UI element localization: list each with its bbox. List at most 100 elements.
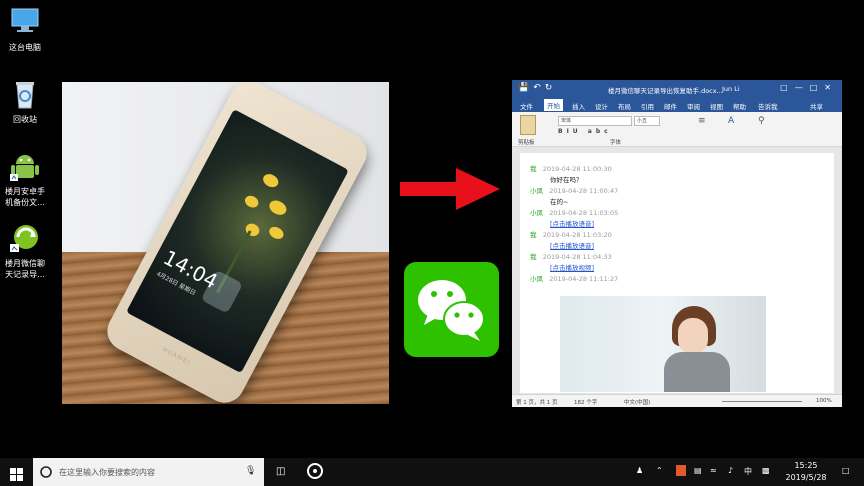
phone-photo: 14:04 4月28日 星期日 HUAWEI	[62, 82, 389, 404]
sender-name: 我	[530, 253, 537, 261]
sender-name: 小凤	[530, 187, 543, 195]
chat-header: 我 2019-04-28 11:03:20	[530, 229, 612, 239]
user-name[interactable]: Jun Li	[722, 85, 740, 93]
language[interactable]: 中文(中国)	[624, 398, 650, 406]
voice-link[interactable]: [点击播放语音]	[550, 218, 594, 228]
document-page[interactable]: 我 2019-04-28 11:00:30 你好在吗？ 小凤 2019-04-2…	[520, 153, 834, 393]
timestamp: 2019-04-28 11:00:47	[549, 187, 619, 195]
font-name-box[interactable]: 宋体	[558, 116, 632, 126]
desktop-icon-label: 楼月安卓手机备份文...	[5, 187, 45, 207]
chat-message: 在的~	[550, 198, 569, 206]
document-title: 楼月微信聊天记录导出恢复助手.docx...	[608, 87, 723, 95]
tab-home[interactable]: 开始	[544, 99, 563, 111]
voice-link[interactable]: [点击播放语音]	[550, 240, 594, 250]
search-placeholder: 在这里输入你要搜索的内容	[59, 468, 155, 477]
task-view-icon[interactable]: ◫	[276, 466, 285, 477]
page-count: 第 1 页，共 1 页	[516, 400, 558, 406]
tab-design[interactable]: 设计	[595, 101, 608, 111]
android-app-icon	[8, 150, 42, 184]
paragraph-icon[interactable]: ≡	[698, 116, 706, 126]
document-area[interactable]: 我 2019-04-28 11:00:30 你好在吗？ 小凤 2019-04-2…	[512, 147, 842, 395]
wechat-logo	[404, 262, 499, 357]
zoom-level[interactable]: 100%	[816, 398, 832, 404]
desktop-icon-label: 楼月微信聊天记录导...	[5, 259, 45, 279]
find-icon[interactable]: ⚲	[758, 116, 765, 126]
styles-icon[interactable]: A	[728, 116, 734, 126]
ribbon-group-font: 字体	[610, 140, 622, 146]
clock-time: 15:25	[794, 461, 818, 470]
wifi-icon[interactable]: ≈	[710, 466, 717, 475]
tab-insert[interactable]: 插入	[572, 101, 585, 111]
this-pc-icon	[8, 6, 42, 40]
desktop-icon-this-pc[interactable]: 这台电脑	[2, 6, 48, 53]
tab-mailings[interactable]: 邮件	[664, 101, 677, 111]
desktop-icon-android-backup[interactable]: 楼月安卓手机备份文...	[2, 150, 48, 208]
tab-file[interactable]: 文件	[520, 101, 533, 111]
status-bar: 第 1 页，共 1 页 182 个字 中文(中国) 100%	[512, 394, 842, 407]
timestamp: 2019-04-28 11:00:30	[542, 165, 612, 173]
sender-name: 我	[530, 165, 537, 173]
desktop-icon-label: 回收站	[13, 115, 37, 124]
chat-header: 小凤 2019-04-28 11:11:27	[530, 273, 618, 283]
ribbon-group-clipboard: 剪贴板	[518, 140, 535, 146]
desktop-icon-recycle-bin[interactable]: 回收站	[2, 78, 48, 125]
chat-image[interactable]	[560, 296, 766, 392]
zoom-slider[interactable]	[722, 401, 802, 402]
timestamp: 2019-04-28 11:03:20	[542, 231, 612, 239]
word-title-bar: 💾↶↻ 楼月微信聊天记录导出恢复助手.docx... Jun Li ▢—□✕	[512, 80, 842, 98]
search-box[interactable]: 在这里输入你要搜索的内容 🎙	[33, 458, 264, 486]
clock-date: 2019/5/28	[785, 473, 827, 482]
ribbon: 宋体 小五 BIU abc ≡ A ⚲ 剪贴板 字体	[512, 112, 842, 147]
tab-review[interactable]: 审阅	[687, 101, 700, 111]
sender-name: 我	[530, 231, 537, 239]
phone-brand: HUAWEI	[161, 346, 192, 367]
people-icon[interactable]: ♟	[636, 466, 643, 475]
ime-indicator[interactable]: 中	[744, 466, 752, 477]
sender-name: 小凤	[530, 275, 543, 283]
tab-view[interactable]: 视图	[710, 101, 723, 111]
recycle-bin-icon	[8, 78, 42, 112]
quick-access-toolbar[interactable]: 💾↶↻	[518, 83, 556, 93]
chat-header: 小凤 2019-04-28 11:03:05	[530, 207, 618, 217]
share-button[interactable]: 共享	[810, 101, 823, 111]
tell-me[interactable]: 告诉我	[758, 101, 778, 111]
desktop: 这台电脑 回收站 楼月安卓手机备份文... 楼月微信聊天记录导... 14:04…	[0, 0, 864, 458]
tab-references[interactable]: 引用	[641, 101, 654, 111]
network-adapter-icon[interactable]: ▤	[694, 466, 702, 475]
tab-layout[interactable]: 布局	[618, 101, 631, 111]
wechat-icon	[418, 280, 485, 341]
microphone-icon[interactable]: 🎙	[245, 466, 256, 476]
pinned-app-icon[interactable]	[306, 462, 324, 482]
word-window: 💾↶↻ 楼月微信聊天记录导出恢复助手.docx... Jun Li ▢—□✕ 文…	[512, 80, 842, 407]
taskbar: 在这里输入你要搜索的内容 🎙 ◫ ♟ ⌃ ▤ ≈ ♪ 中 ▩ 15:25 201…	[0, 458, 864, 486]
word-count: 182 个字	[574, 400, 598, 406]
tray-chevron-icon[interactable]: ⌃	[656, 466, 663, 475]
chat-header: 我 2019-04-28 11:04:33	[530, 251, 612, 261]
chat-message: 你好在吗？	[550, 176, 583, 184]
ribbon-tabs: 文件 开始 插入 设计 布局 引用 邮件 审阅 视图 帮助 告诉我 共享	[512, 98, 842, 112]
timestamp: 2019-04-28 11:11:27	[549, 275, 619, 283]
desktop-icon-wechat-recovery[interactable]: 楼月微信聊天记录导...	[2, 222, 48, 280]
red-arrow-icon	[400, 168, 500, 210]
font-size-box[interactable]: 小五	[634, 116, 660, 126]
video-link[interactable]: [点击播放视频]	[550, 262, 594, 272]
sender-name: 小凤	[530, 209, 543, 217]
chat-header: 我 2019-04-28 11:00:30	[530, 163, 612, 173]
tab-help[interactable]: 帮助	[733, 101, 746, 111]
windows-icon	[10, 468, 23, 481]
notification-icon[interactable]: □	[842, 466, 850, 475]
clock[interactable]: 15:25 2019/5/28	[778, 460, 834, 484]
wechat-recovery-icon	[8, 222, 42, 256]
tray-app-icon[interactable]	[676, 465, 686, 476]
ime-mode-icon[interactable]: ▩	[762, 466, 770, 475]
format-buttons[interactable]: BIU abc	[558, 128, 612, 135]
paste-icon[interactable]	[520, 115, 536, 135]
start-button[interactable]	[10, 466, 23, 485]
window-controls[interactable]: ▢—□✕	[780, 83, 838, 92]
chat-header: 小凤 2019-04-28 11:00:47	[530, 185, 618, 195]
timestamp: 2019-04-28 11:04:33	[542, 253, 612, 261]
desktop-icon-label: 这台电脑	[9, 43, 41, 52]
timestamp: 2019-04-28 11:03:05	[549, 209, 619, 217]
cortana-icon	[40, 466, 52, 478]
volume-icon[interactable]: ♪	[728, 466, 733, 475]
